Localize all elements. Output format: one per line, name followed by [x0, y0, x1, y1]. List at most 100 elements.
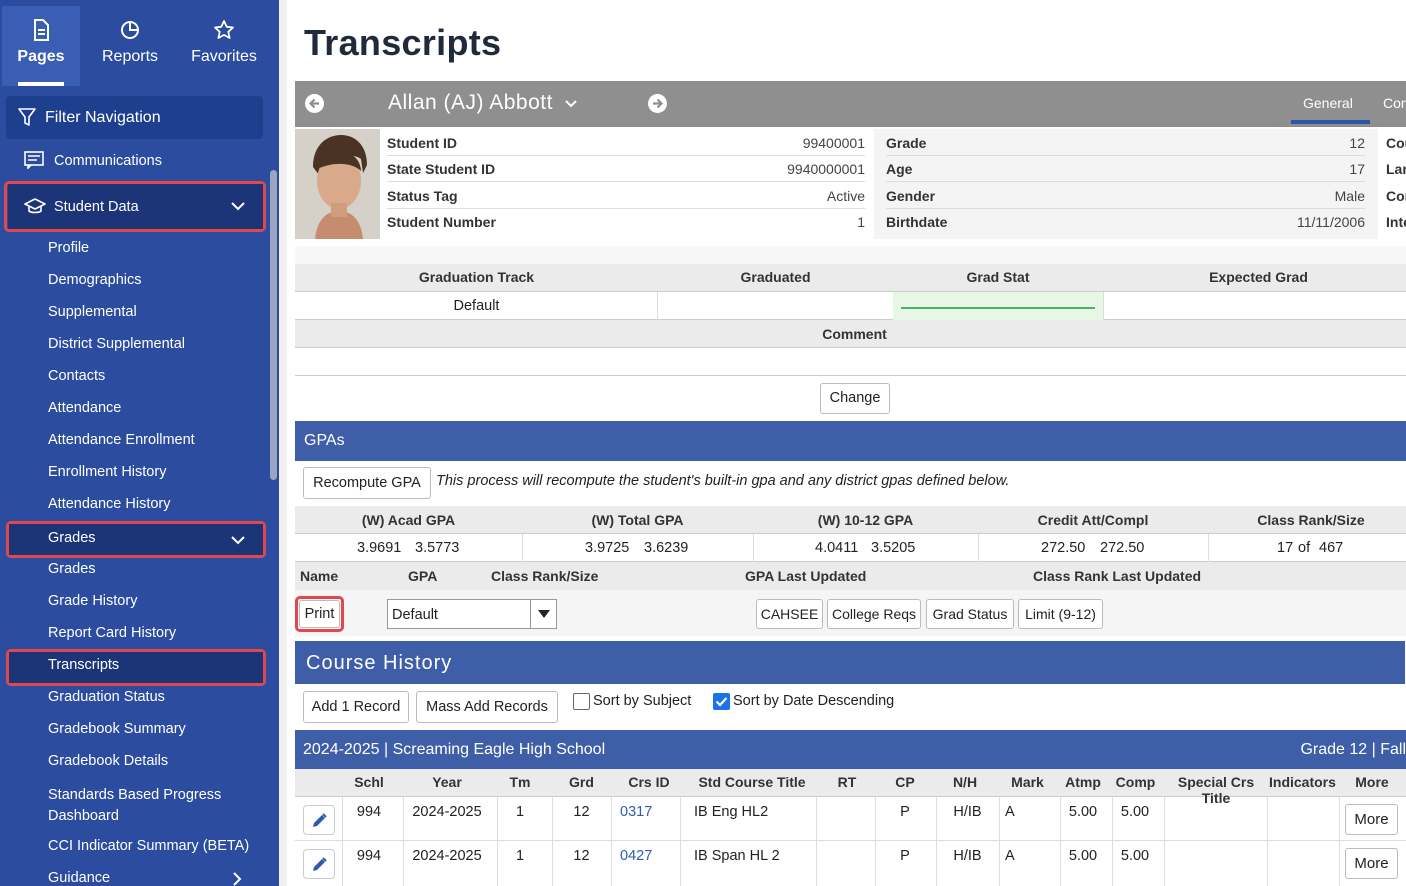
comment-header: Comment — [822, 326, 887, 342]
spacer — [295, 246, 1406, 264]
birthdate-label: Birthdate — [886, 214, 948, 230]
nav-cci-summary-label: CCI Indicator Summary (BETA) — [48, 838, 250, 854]
gpa-select-value: Default — [392, 607, 438, 623]
cell-cp: P — [900, 848, 910, 864]
nav-gradebook-summary[interactable]: Gradebook Summary — [48, 721, 258, 737]
cahsee-button[interactable]: CAHSEE — [756, 599, 823, 629]
graduation-data-row: Default — [295, 292, 1406, 320]
nav-communications[interactable]: Communications — [0, 147, 263, 175]
nav-profile[interactable]: Profile — [48, 240, 258, 256]
class-size-value: 467 — [1319, 540, 1344, 556]
nav-communications-label: Communications — [54, 153, 162, 169]
cell-tm: 1 — [515, 804, 525, 820]
divider — [999, 797, 1000, 841]
nav-attendance-history[interactable]: Attendance History — [48, 496, 258, 512]
nav-district-supplemental[interactable]: District Supplemental — [48, 336, 258, 352]
tab-favorites[interactable]: Favorites — [180, 6, 268, 86]
edit-row-button[interactable] — [303, 849, 335, 879]
previous-student-button[interactable] — [305, 94, 324, 113]
course-id-link[interactable]: 0317 — [620, 804, 652, 820]
nav-standards-label-2: Dashboard — [48, 808, 119, 824]
credit-att-value: 272.50 — [1041, 540, 1086, 556]
divider — [1267, 797, 1268, 841]
nav-guidance-label: Guidance — [48, 870, 111, 886]
nav-grade-history-label: Grade History — [48, 593, 138, 609]
info-far-right-label: Lan — [1386, 161, 1406, 177]
divider — [611, 841, 612, 886]
add-record-button[interactable]: Add 1 Record — [303, 691, 409, 723]
cell-comp: 5.00 — [1120, 848, 1150, 864]
mass-add-records-button[interactable]: Mass Add Records — [416, 691, 558, 723]
acad-gpa-value-2: 3.5773 — [415, 540, 460, 556]
nav-student-data[interactable]: Student Data — [8, 184, 263, 229]
state-student-id-label: State Student ID — [387, 161, 496, 177]
divider — [1164, 841, 1165, 886]
more-button[interactable]: More — [1345, 848, 1398, 879]
nav-contacts[interactable]: Contacts — [48, 368, 258, 384]
nav-attendance-enrollment[interactable]: Attendance Enrollment — [48, 432, 258, 448]
document-icon — [34, 19, 49, 41]
nav-transcripts[interactable]: Transcripts — [48, 657, 258, 673]
term-header-bar: 2024-2025 | Screaming Eagle High School … — [295, 730, 1406, 769]
nav-report-card-history[interactable]: Report Card History — [48, 625, 258, 641]
sort-by-subject-checkbox[interactable] — [573, 693, 590, 710]
sidebar-scrollbar-thumb[interactable] — [270, 170, 277, 480]
info-row: State Student ID 9940000001 — [387, 156, 865, 182]
status-tag-value: Active — [826, 188, 865, 204]
grad-status-button[interactable]: Grad Status — [926, 599, 1014, 629]
college-reqs-button[interactable]: College Reqs — [827, 599, 921, 629]
nav-enrollment-history[interactable]: Enrollment History — [48, 464, 258, 480]
nav-attendance[interactable]: Attendance — [48, 400, 258, 416]
acad-gpa-value-1: 3.9691 — [357, 540, 402, 556]
chevron-down-icon — [231, 202, 245, 211]
divider — [1339, 841, 1340, 886]
gender-value: Male — [1334, 188, 1365, 204]
nav-gradebook-details[interactable]: Gradebook Details — [48, 753, 258, 769]
nav-grades-group[interactable]: Grades — [9, 524, 263, 555]
active-tab-indicator — [1291, 120, 1370, 124]
nav-grades[interactable]: Grades — [48, 561, 258, 577]
nav-student-data-label: Student Data — [54, 199, 139, 215]
student-name-dropdown[interactable]: Allan (AJ) Abbott — [388, 91, 577, 115]
filter-icon — [18, 108, 36, 126]
limit-9-12-button[interactable]: Limit (9-12) — [1018, 599, 1103, 629]
gpa-select-arrow — [530, 600, 556, 628]
sort-by-date-label: Sort by Date Descending — [733, 693, 895, 709]
change-button[interactable]: Change — [820, 383, 890, 414]
tab-contacts[interactable]: Cont — [1383, 95, 1406, 111]
divider — [936, 797, 937, 841]
print-button[interactable]: Print — [299, 600, 340, 628]
tab-reports[interactable]: Reports — [90, 6, 170, 86]
nav-standards-label-1: Standards Based Progress — [48, 787, 222, 803]
col-indicators: Indicators — [1269, 774, 1336, 790]
nav-attendance-history-label: Attendance History — [48, 496, 171, 512]
student-avatar — [295, 129, 380, 239]
edit-row-button[interactable] — [303, 805, 335, 835]
credit-compl-value: 272.50 — [1100, 540, 1145, 556]
recompute-gpa-button[interactable]: Recompute GPA — [303, 467, 431, 499]
course-id-link[interactable]: 0427 — [620, 848, 652, 864]
nav-graduation-status[interactable]: Graduation Status — [48, 689, 258, 705]
nav-supplemental[interactable]: Supplemental — [48, 304, 258, 320]
nav-contacts-label: Contacts — [48, 368, 106, 384]
grad-stat-cell[interactable] — [893, 292, 1103, 320]
main-content: Transcripts Allan (AJ) Abbott General Co… — [279, 0, 1406, 886]
divider — [875, 841, 876, 886]
nav-standards-progress[interactable]: Standards Based Progress Dashboard — [48, 785, 258, 827]
nav-cci-summary[interactable]: CCI Indicator Summary (BETA) — [48, 838, 258, 854]
chevron-down-icon — [565, 100, 577, 108]
tab-pages[interactable]: Pages — [2, 6, 80, 86]
student-header-bar: Allan (AJ) Abbott General Cont — [295, 81, 1406, 127]
more-button[interactable]: More — [1345, 804, 1398, 835]
info-row: Gender Male — [886, 183, 1365, 209]
filter-navigation-button[interactable]: Filter Navigation — [6, 96, 263, 139]
tab-general[interactable]: General — [1303, 95, 1353, 111]
sort-by-date-checkbox[interactable] — [713, 693, 730, 710]
graduation-header-row: Graduation Track Graduated Grad Stat Exp… — [295, 264, 1406, 292]
next-student-button[interactable] — [648, 94, 667, 113]
nav-grade-history[interactable]: Grade History — [48, 593, 258, 609]
nav-demographics[interactable]: Demographics — [48, 272, 258, 288]
gpa-select[interactable]: Default — [387, 599, 557, 629]
nav-guidance[interactable]: Guidance — [48, 870, 248, 886]
cell-course-title: IB Span HL 2 — [694, 848, 780, 864]
